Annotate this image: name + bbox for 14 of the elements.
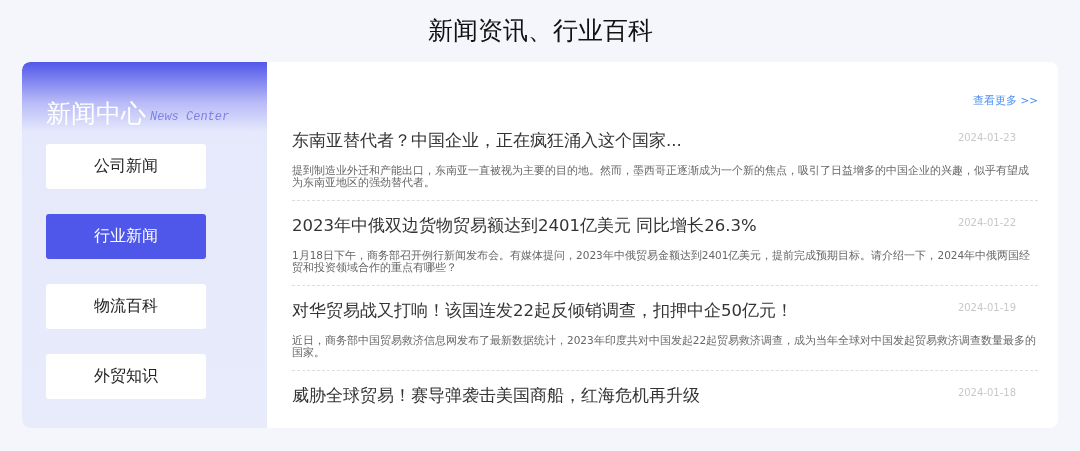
sidebar-title: 新闻中心 <box>46 101 146 126</box>
news-title[interactable]: 东南亚替代者？中国企业，正在疯狂涌入这个国家... <box>292 130 682 152</box>
news-title[interactable]: 2023年中俄双边货物贸易额达到2401亿美元 同比增长26.3% <box>292 215 757 237</box>
news-summary: 1月18日下午，商务部召开例行新闻发布会。有媒体提问，2023年中俄贸易金额达到2401亿美元，提前完成预期目标。请介绍一下，2024年中俄两国经贸和投资领域合作的重点有哪些？ <box>292 249 1032 273</box>
category-button[interactable]: 外贸知识 <box>46 354 206 399</box>
category-button[interactable]: 公司新闻 <box>46 144 206 189</box>
page-heading: 新闻资讯、行业百科 <box>426 15 654 47</box>
sidebar-subtitle: News Center <box>150 110 230 124</box>
news-title[interactable]: 对华贸易战又打响！该国连发22起反倾销调查，扣押中企50亿元！ <box>292 300 793 322</box>
news-summary: 提到制造业外迁和产能出口，东南亚一直被视为主要的目的地。然而，墨西哥正逐渐成为一个新的焦点，吸引了日益增多的中国企业的兴趣，似乎有望成为东南亚地区的强劲替代者。 <box>292 164 1030 188</box>
category-button[interactable]: 行业新闻 <box>46 214 206 259</box>
news-summary: 近日，商务部中国贸易救济信息网发布了最新数据统计，2023年印度共对中国发起22起贸易救济调查，成为当年全球对中国发起贸易救济调查数量最多的国家。 <box>292 334 1038 358</box>
category-button[interactable]: 物流百科 <box>46 284 206 329</box>
news-title[interactable]: 威胁全球贸易！赛导弹袭击美国商船，红海危机再升级 <box>292 385 700 407</box>
